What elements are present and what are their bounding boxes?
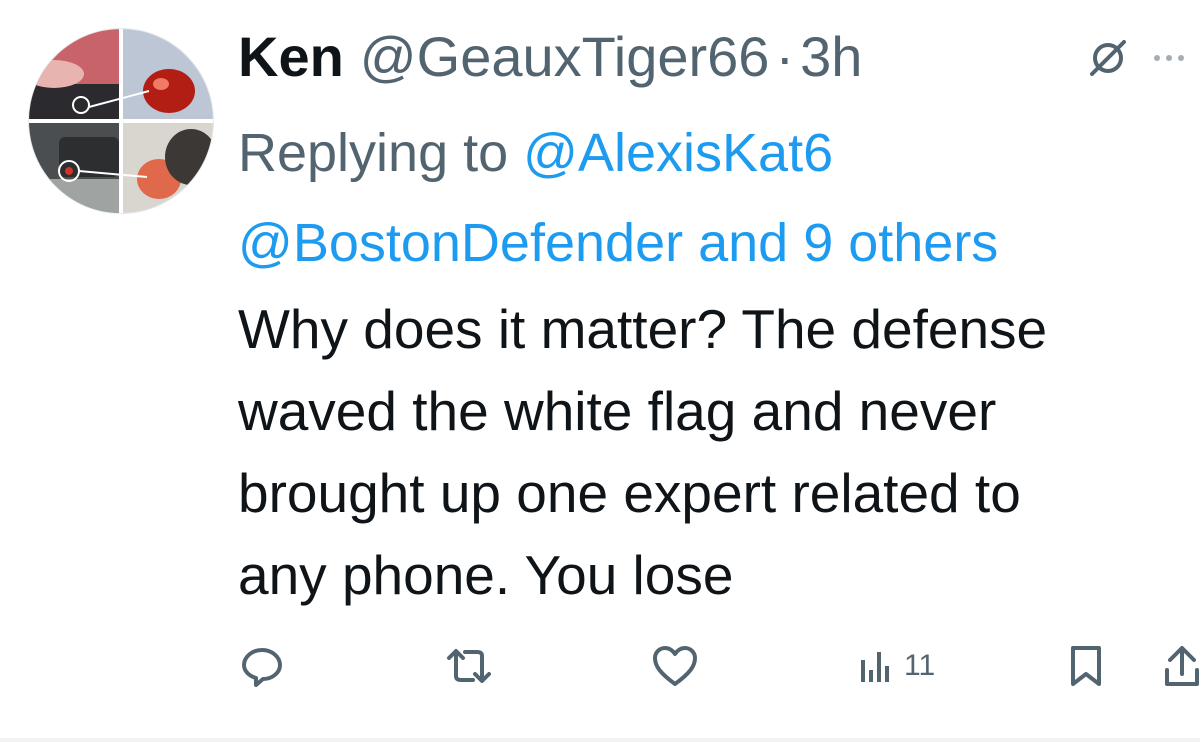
share-icon	[1165, 646, 1199, 686]
tweet-top-icons	[1086, 36, 1194, 80]
timestamp[interactable]: 3h	[800, 22, 862, 92]
views-button[interactable]: 11	[858, 636, 935, 696]
grok-icon[interactable]	[1086, 36, 1130, 80]
reply-button[interactable]	[238, 636, 286, 696]
reply-mention-alexiskat6[interactable]: @AlexisKat6	[523, 123, 833, 183]
like-icon	[653, 646, 697, 686]
replying-to: Replying to @AlexisKat6 @BostonDefender …	[238, 108, 1178, 288]
share-button[interactable]	[1162, 636, 1200, 696]
reply-and: and	[683, 213, 804, 273]
avatar[interactable]	[28, 28, 214, 214]
retweet-button[interactable]	[443, 636, 495, 696]
more-icon[interactable]	[1154, 36, 1194, 80]
action-bar: 11	[0, 636, 1200, 696]
tweet-header: Ken @GeauxTiger66 · 3h	[238, 22, 862, 92]
replying-prefix: Replying to	[238, 123, 524, 183]
retweet-icon	[447, 649, 491, 683]
like-button[interactable]	[650, 636, 700, 696]
bookmark-button[interactable]	[1066, 636, 1106, 696]
tweet-body: Why does it matter? The defense waved th…	[238, 298, 1048, 606]
author-handle[interactable]: @GeauxTiger66	[360, 22, 770, 92]
reply-icon	[242, 648, 282, 687]
tweet-divider	[0, 738, 1200, 742]
reply-mention-bostondefender[interactable]: @BostonDefender	[238, 213, 683, 273]
bookmark-icon	[1071, 646, 1101, 686]
reply-others-link[interactable]: 9 others	[803, 213, 998, 273]
separator-dot: ·	[775, 25, 795, 88]
avatar-collage-image	[29, 29, 213, 213]
views-icon	[861, 652, 889, 682]
views-count: 11	[904, 649, 936, 682]
author-name[interactable]: Ken	[238, 22, 344, 92]
tweet[interactable]: Ken @GeauxTiger66 · 3h Replying to @Alex…	[0, 0, 1200, 742]
